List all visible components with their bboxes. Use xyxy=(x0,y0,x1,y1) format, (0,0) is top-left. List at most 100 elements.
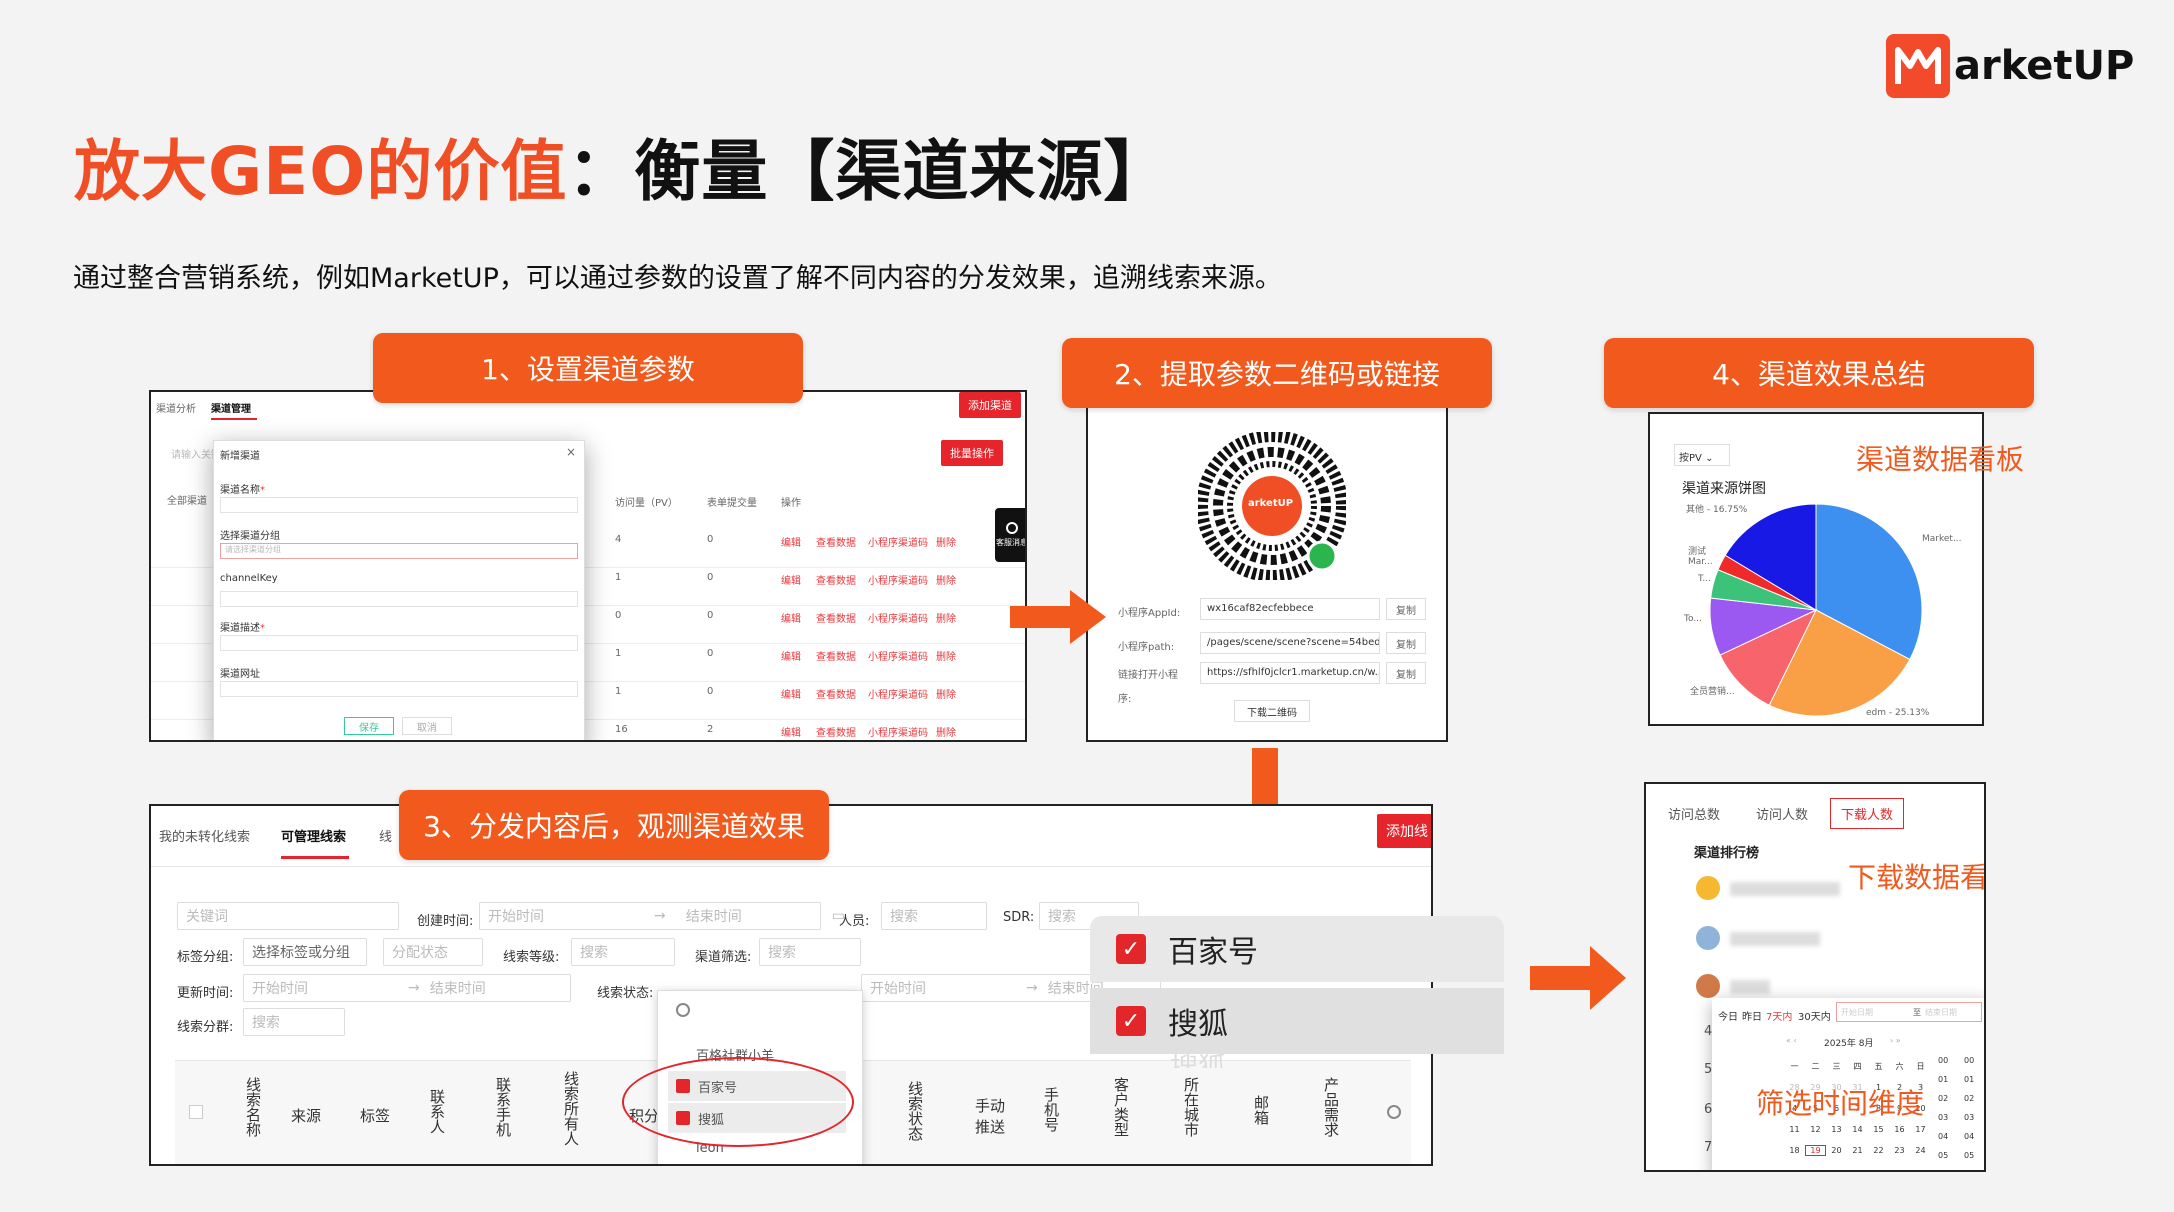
metric-select[interactable]: 按PV ⌄ xyxy=(1674,444,1730,466)
calendar-day[interactable]: 21 xyxy=(1847,1146,1868,1155)
link-label-tail: 序: xyxy=(1118,694,1132,705)
hour-option[interactable]: 05 xyxy=(1964,1151,1974,1170)
quick-today[interactable]: 今日 xyxy=(1718,1008,1738,1023)
hour-option[interactable]: 04 xyxy=(1964,1132,1974,1151)
hour-option[interactable]: 01 xyxy=(1964,1075,1974,1094)
view-data-link[interactable]: 查看数据 xyxy=(816,534,856,549)
assign-status-select[interactable]: 分配状态 xyxy=(383,938,483,966)
calendar-day[interactable]: 24 xyxy=(1910,1146,1931,1155)
keyword-input[interactable]: 关键词 xyxy=(177,902,399,930)
mini-program-code-link[interactable]: 小程序渠道码 xyxy=(868,534,928,549)
quick-yesterday[interactable]: 昨日 xyxy=(1742,1008,1762,1023)
view-data-link[interactable]: 查看数据 xyxy=(816,724,856,739)
delete-link[interactable]: 删除 xyxy=(936,572,956,587)
tab-downloads[interactable]: 下载人数 xyxy=(1830,798,1905,829)
delete-link[interactable]: 删除 xyxy=(936,610,956,625)
tag-group-select[interactable]: 选择标签或分组 xyxy=(243,938,367,966)
mini-program-code-link[interactable]: 小程序渠道码 xyxy=(868,572,928,587)
calendar-day[interactable]: 11 xyxy=(1784,1125,1805,1134)
edit-link[interactable]: 编辑 xyxy=(781,686,801,701)
delete-link[interactable]: 删除 xyxy=(936,724,956,739)
tab-total-visits[interactable]: 访问总数 xyxy=(1668,804,1720,823)
hour-option[interactable]: 01 xyxy=(1938,1075,1948,1094)
calendar-day[interactable]: 19 xyxy=(1805,1145,1826,1156)
channel-group-select[interactable]: 请选择渠道分组 xyxy=(220,543,578,559)
tab-more[interactable]: 线 xyxy=(379,826,392,845)
edit-link[interactable]: 编辑 xyxy=(781,648,801,663)
copy-appid-button[interactable]: 复制 xyxy=(1386,598,1426,620)
channel-desc-input[interactable] xyxy=(220,635,578,651)
search-icon[interactable] xyxy=(676,1003,690,1017)
mini-program-code-link[interactable]: 小程序渠道码 xyxy=(868,610,928,625)
hour-option[interactable]: 02 xyxy=(1964,1094,1974,1113)
hour-option[interactable]: 03 xyxy=(1964,1113,1974,1132)
prev-month-icon[interactable]: « ‹ xyxy=(1786,1036,1797,1045)
view-data-link[interactable]: 查看数据 xyxy=(816,572,856,587)
edit-link[interactable]: 编辑 xyxy=(781,572,801,587)
mini-program-code-link[interactable]: 小程序渠道码 xyxy=(868,686,928,701)
channel-key-input[interactable] xyxy=(220,591,578,607)
delete-link[interactable]: 删除 xyxy=(936,534,956,549)
view-data-link[interactable]: 查看数据 xyxy=(816,686,856,701)
edit-link[interactable]: 编辑 xyxy=(781,610,801,625)
calendar-day[interactable]: 18 xyxy=(1784,1146,1805,1155)
add-channel-button[interactable]: 添加渠道 xyxy=(959,392,1021,418)
hour-option[interactable]: 00 xyxy=(1964,1056,1974,1075)
hour-option[interactable]: 05 xyxy=(1938,1151,1948,1170)
channel-url-input[interactable] xyxy=(220,681,578,697)
cancel-button[interactable]: 取消 xyxy=(402,717,452,735)
view-data-link[interactable]: 查看数据 xyxy=(816,610,856,625)
channel-filter-select[interactable]: 搜索 xyxy=(759,938,861,966)
created-time-range[interactable]: 开始时间 → 结束时间 ▭ xyxy=(479,902,845,930)
quick-7-days[interactable]: 7天内 xyxy=(1766,1008,1792,1023)
edit-link[interactable]: 编辑 xyxy=(781,534,801,549)
date-range-input[interactable]: 开始日期 至结束日期 xyxy=(1836,1002,1982,1022)
delete-link[interactable]: 删除 xyxy=(936,648,956,663)
tab-unconverted-leads[interactable]: 我的未转化线索 xyxy=(159,826,250,845)
calendar-day[interactable]: 23 xyxy=(1889,1146,1910,1155)
add-lead-button[interactable]: 添加线 xyxy=(1377,814,1431,848)
save-button[interactable]: 保存 xyxy=(344,717,394,735)
calendar-day[interactable]: 20 xyxy=(1826,1146,1847,1155)
hour-option[interactable]: 03 xyxy=(1938,1113,1948,1132)
settings-gear-icon[interactable] xyxy=(1387,1105,1401,1119)
person-select[interactable]: 搜索 xyxy=(881,902,987,930)
view-data-link[interactable]: 查看数据 xyxy=(816,648,856,663)
download-qr-button[interactable]: 下载二维码 xyxy=(1234,700,1310,722)
copy-path-button[interactable]: 复制 xyxy=(1386,632,1426,654)
qr-code: arketUP xyxy=(1196,430,1348,582)
checked-icon: ✓ xyxy=(1116,1006,1146,1036)
calendar-day[interactable]: 16 xyxy=(1889,1125,1910,1134)
hour-option[interactable]: 00 xyxy=(1938,1056,1948,1075)
copy-link-button[interactable]: 复制 xyxy=(1386,662,1426,684)
hour-option[interactable]: 02 xyxy=(1938,1094,1948,1113)
hour-option[interactable]: 04 xyxy=(1938,1132,1948,1151)
delete-link[interactable]: 删除 xyxy=(936,686,956,701)
next-month-icon[interactable]: › » xyxy=(1890,1036,1901,1045)
calendar-day[interactable]: 22 xyxy=(1868,1146,1889,1155)
customer-service-badge[interactable]: 客服消息 xyxy=(995,508,1025,562)
calendar-day[interactable]: 13 xyxy=(1826,1125,1847,1134)
appid-label: 小程序AppId: xyxy=(1118,608,1181,619)
select-all-checkbox[interactable] xyxy=(189,1105,203,1119)
mini-program-code-link[interactable]: 小程序渠道码 xyxy=(868,648,928,663)
batch-action-button[interactable]: 批量操作 xyxy=(941,440,1003,466)
all-channels-node[interactable]: 全部渠道 xyxy=(167,492,207,507)
tab-managed-leads[interactable]: 可管理线索 xyxy=(281,826,346,845)
channel-desc-label: 渠道描述* xyxy=(220,619,265,634)
calendar-day[interactable]: 17 xyxy=(1910,1125,1931,1134)
lead-level-select[interactable]: 搜索 xyxy=(571,938,675,966)
mini-program-code-link[interactable]: 小程序渠道码 xyxy=(868,724,928,739)
edit-link[interactable]: 编辑 xyxy=(781,724,801,739)
calendar-day[interactable]: 14 xyxy=(1847,1125,1868,1134)
quick-30-days[interactable]: 30天内 xyxy=(1798,1008,1831,1023)
updated-time-range[interactable]: 开始时间 → 结束时间 xyxy=(243,974,571,1002)
close-icon[interactable]: × xyxy=(566,445,576,459)
calendar-day[interactable]: 15 xyxy=(1868,1125,1889,1134)
calendar-day[interactable]: 12 xyxy=(1805,1125,1826,1134)
channel-name-input[interactable] xyxy=(220,497,578,513)
tab-unique-visitors[interactable]: 访问人数 xyxy=(1756,804,1808,823)
tab-channel-analysis[interactable]: 渠道分析 xyxy=(156,400,196,415)
tab-channel-management[interactable]: 渠道管理 xyxy=(211,400,251,415)
lead-score-select[interactable]: 搜索 xyxy=(243,1008,345,1036)
